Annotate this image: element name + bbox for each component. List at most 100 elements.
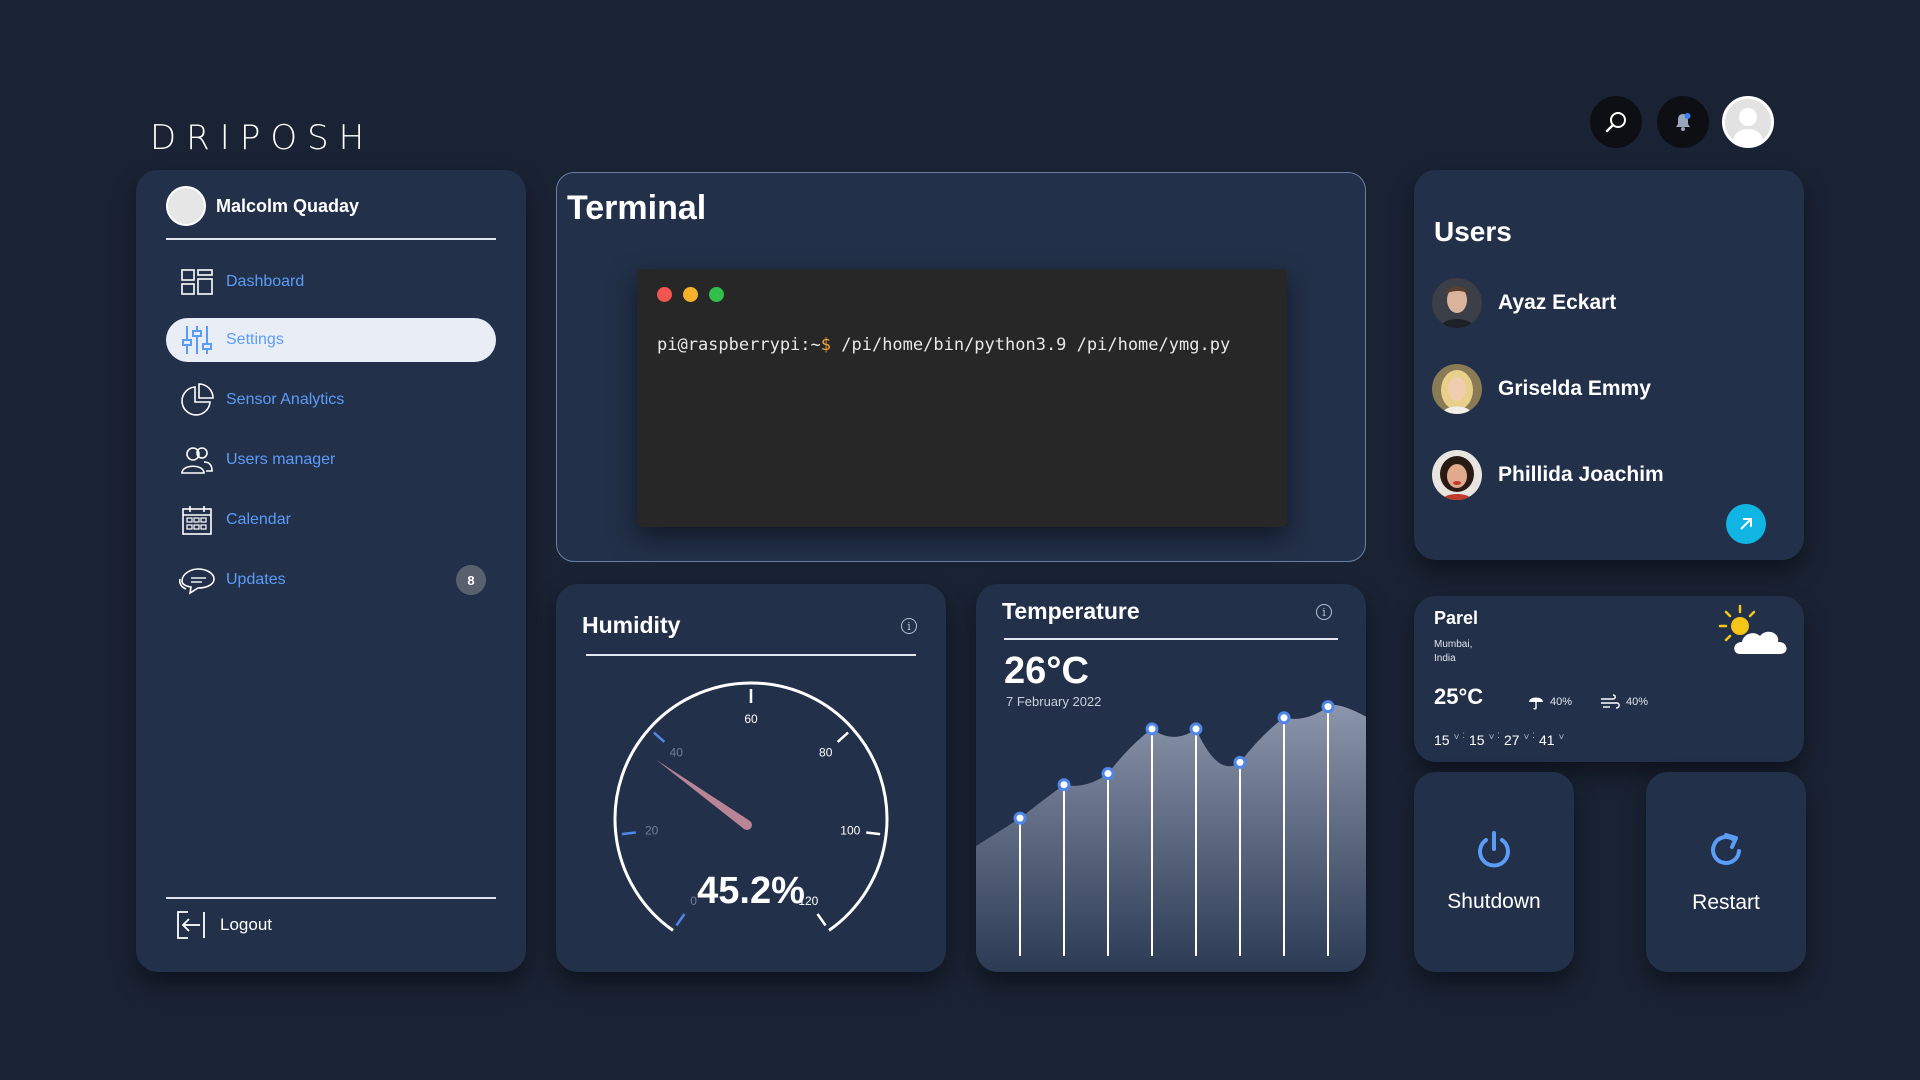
temperature-date: 7 February 2022 [1006, 694, 1102, 709]
restart-button[interactable]: Restart [1646, 772, 1806, 972]
open-users-button[interactable] [1726, 504, 1766, 544]
maximize-dot-icon[interactable] [709, 287, 724, 302]
sidebar-item-label: Calendar [226, 511, 291, 528]
terminal-command: /pi/home/bin/python3.9 /pi/home/ymg.py [831, 335, 1231, 355]
bell-icon [1676, 113, 1691, 131]
sidebar-item-label: Settings [226, 331, 284, 348]
sidebar-item-label: Users manager [226, 451, 336, 468]
gauge-tick-label: 80 [819, 746, 833, 760]
sidebar-item-updates[interactable]: Updates 8 [166, 558, 496, 602]
profile-divider [166, 238, 496, 240]
avatar [166, 186, 206, 226]
gauge-needle [656, 759, 750, 830]
user-name: Phillida Joachim [1498, 463, 1664, 486]
gauge-tick-label: 60 [744, 712, 758, 726]
temperature-divider [1004, 638, 1338, 640]
user-list-item[interactable]: Griselda Emmy [1432, 364, 1651, 414]
search-icon [1605, 112, 1626, 133]
umbrella-icon [1529, 697, 1543, 710]
forecast-separator: ˅ [1558, 732, 1565, 743]
shutdown-button[interactable]: Shutdown [1414, 772, 1574, 972]
temperature-panel: Temperature i 26°C 7 February 2022 [976, 584, 1366, 972]
terminal-command-line: pi@raspberrypi:~$ /pi/home/bin/python3.9… [657, 335, 1230, 355]
temperature-point[interactable] [1145, 722, 1159, 736]
info-icon[interactable]: i [901, 618, 917, 634]
weather-region-line: India [1434, 653, 1456, 664]
sidebar-item-sensor-analytics[interactable]: Sensor Analytics [166, 378, 496, 422]
sidebar: Malcolm Quaday Dashboard Settings Sensor… [136, 170, 526, 972]
terminal-panel: Terminal pi@raspberrypi:~$ /pi/home/bin/… [556, 172, 1366, 562]
restart-label: Restart [1692, 891, 1760, 914]
users-title: Users [1434, 216, 1512, 247]
gauge-tick-label: 20 [645, 824, 659, 838]
chat-icon [176, 565, 218, 595]
user-list-item[interactable]: Phillida Joachim [1432, 450, 1664, 500]
sidebar-item-label: Sensor Analytics [226, 391, 345, 408]
temperature-point[interactable] [1189, 722, 1203, 736]
sliders-icon [176, 324, 218, 356]
notifications-button[interactable] [1657, 96, 1709, 148]
gauge-tick [816, 913, 827, 927]
weather-region-line: Mumbai, [1434, 639, 1473, 650]
terminal-title: Terminal [567, 189, 707, 227]
weather-rain: 40% [1528, 694, 1572, 710]
humidity-value: 45.2% [697, 870, 805, 912]
temperature-area [976, 704, 1366, 972]
temperature-point[interactable] [1013, 811, 1027, 825]
users-panel: Users Ayaz Eckart Griselda Emmy Phillida… [1414, 170, 1804, 560]
sidebar-item-calendar[interactable]: Calendar [166, 498, 496, 542]
close-dot-icon[interactable] [657, 287, 672, 302]
user-avatar-icon [1725, 99, 1771, 145]
gauge-tick [621, 831, 636, 836]
gauge-tick [836, 731, 849, 743]
gauge-needle-hub [742, 820, 752, 830]
temperature-point[interactable] [1277, 711, 1291, 725]
sidebar-profile[interactable]: Malcolm Quaday [166, 186, 359, 226]
brand-logo: DRIPOSH [150, 118, 375, 158]
terminal-window[interactable]: pi@raspberrypi:~$ /pi/home/bin/python3.9… [637, 269, 1287, 527]
temperature-point[interactable] [1057, 778, 1071, 792]
sidebar-item-users-manager[interactable]: Users manager [166, 438, 496, 482]
weather-region: Mumbai, India [1434, 638, 1494, 666]
arrow-up-right-icon [1740, 518, 1752, 530]
user-name: Ayaz Eckart [1498, 291, 1617, 314]
terminal-prompt-symbol: $ [820, 335, 832, 355]
weather-panel: Parel Mumbai, India 25°C 40% 40% 15 ˅ ˸ 1… [1414, 596, 1804, 762]
logout-button[interactable]: Logout [176, 910, 272, 940]
avatar [1432, 364, 1482, 414]
user-name: Griselda Emmy [1498, 377, 1651, 400]
temperature-title: Temperature [1002, 598, 1140, 624]
gauge-tick [866, 831, 881, 836]
sidebar-item-label: Dashboard [226, 273, 305, 290]
forecast-value: 27 [1503, 732, 1520, 748]
temperature-point[interactable] [1321, 700, 1335, 714]
humidity-divider [586, 654, 916, 656]
gauge-tick [653, 731, 666, 743]
dashboard-icon [176, 269, 218, 295]
logout-label: Logout [220, 915, 272, 934]
profile-avatar[interactable] [1722, 96, 1774, 148]
logout-icon [177, 911, 205, 939]
wind-icon [1601, 694, 1620, 709]
temperature-point[interactable] [1233, 755, 1247, 769]
minimize-dot-icon[interactable] [683, 287, 698, 302]
sidebar-item-settings[interactable]: Settings [166, 318, 496, 362]
humidity-title: Humidity [582, 612, 681, 638]
user-list-item[interactable]: Ayaz Eckart [1432, 278, 1616, 328]
gauge-tick [675, 913, 686, 927]
sidebar-item-dashboard[interactable]: Dashboard [166, 260, 496, 304]
search-button[interactable] [1590, 96, 1642, 148]
sidebar-item-label: Updates [226, 571, 286, 588]
info-icon[interactable]: i [1316, 604, 1332, 620]
users-icon [176, 445, 218, 475]
temperature-point[interactable] [1101, 767, 1115, 781]
power-icon [1478, 831, 1510, 868]
temperature-value: 26°C [1004, 650, 1089, 692]
forecast-value: 15 [1468, 732, 1485, 748]
shutdown-label: Shutdown [1447, 890, 1541, 913]
weather-temp: 25°C [1434, 684, 1484, 709]
restart-icon [1711, 833, 1741, 865]
profile-name: Malcolm Quaday [216, 195, 360, 216]
gauge-tick-label: 40 [670, 746, 684, 760]
pie-chart-icon [176, 383, 218, 417]
